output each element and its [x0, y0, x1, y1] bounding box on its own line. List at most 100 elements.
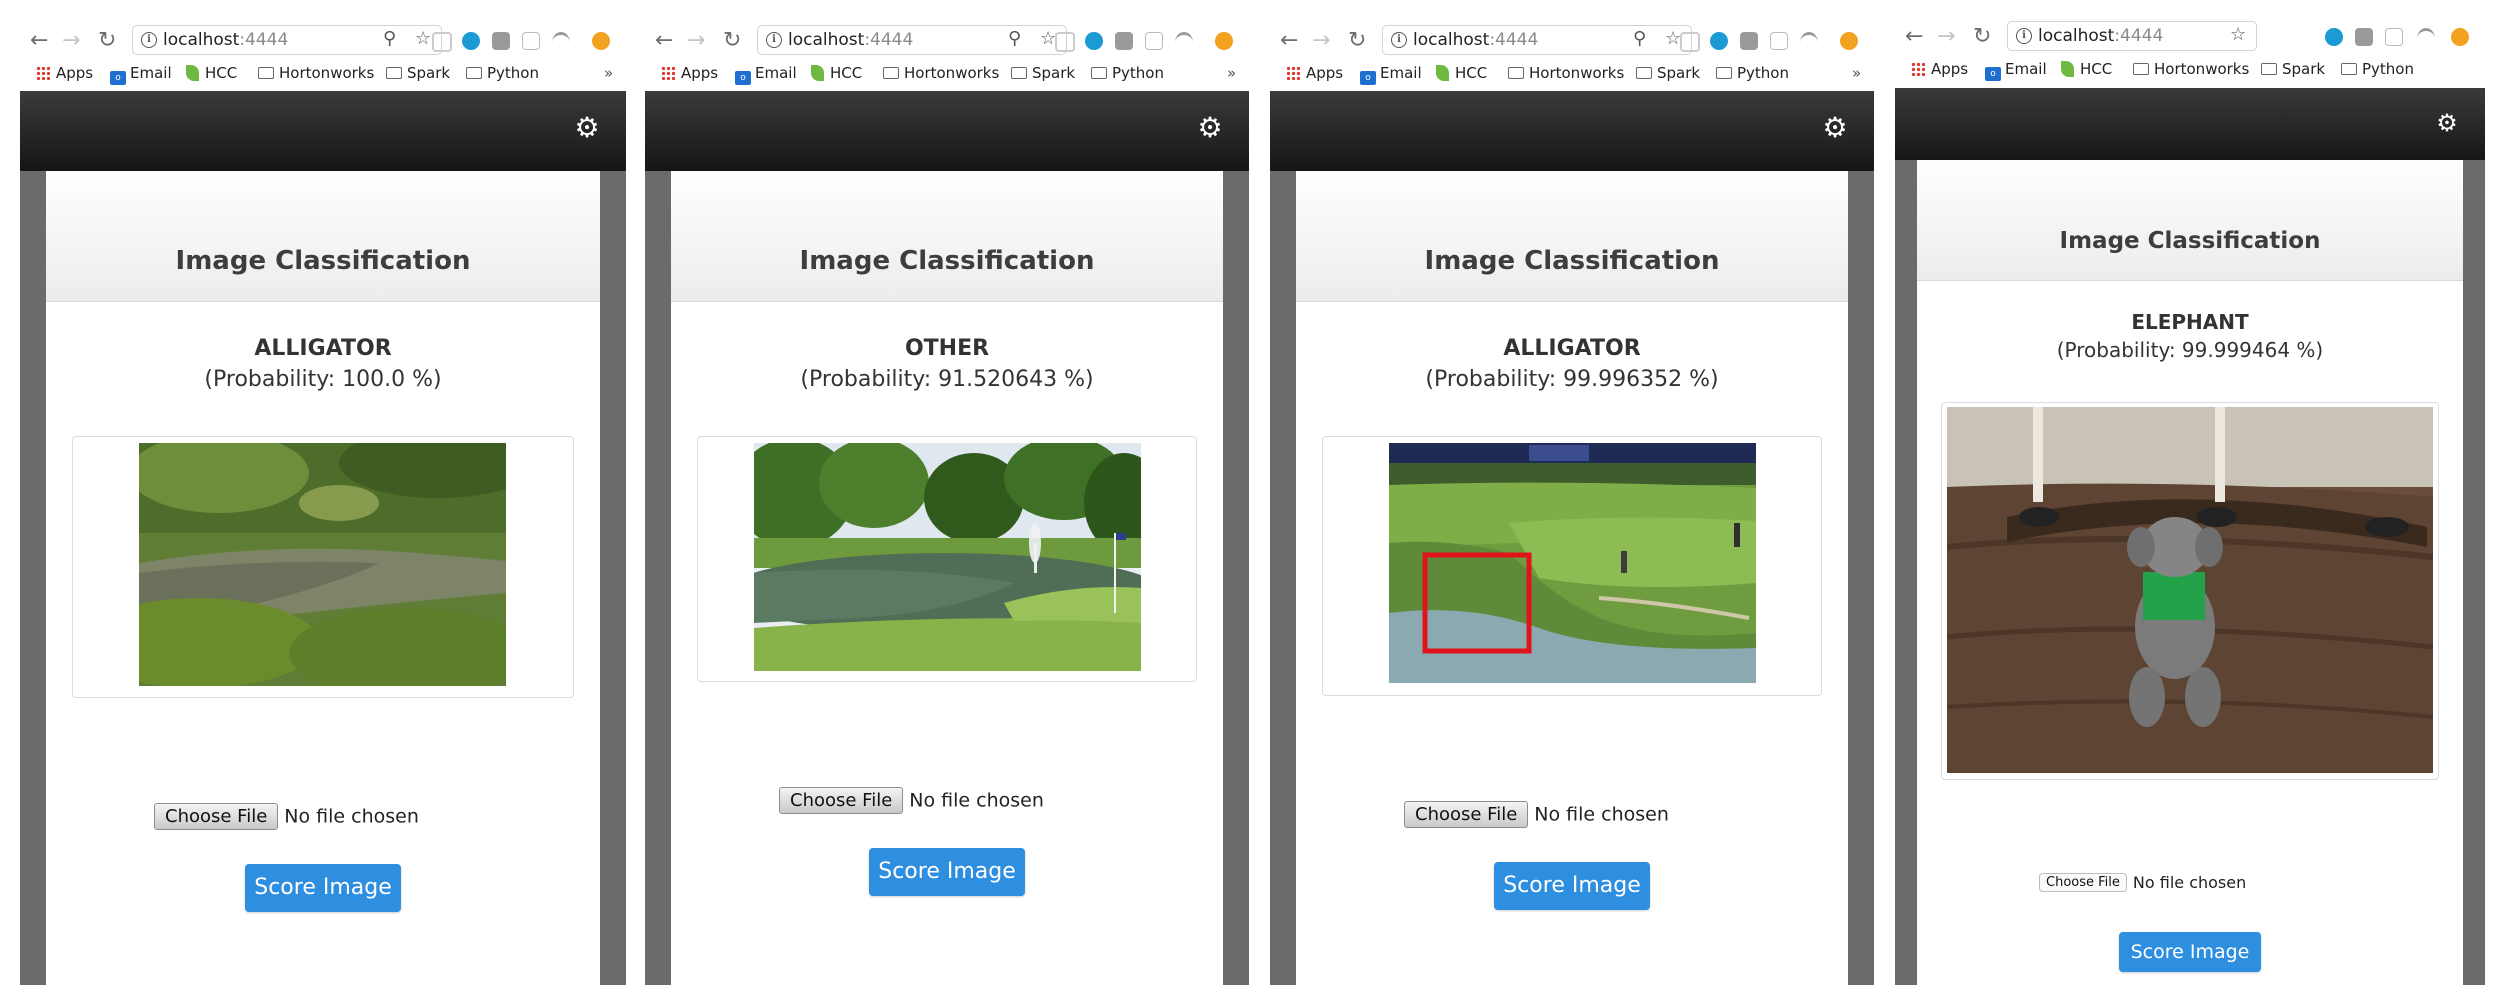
extension-icon[interactable]	[2451, 28, 2469, 46]
card-header: Image Classification	[1296, 171, 1848, 302]
star-icon[interactable]: ☆	[1040, 28, 1056, 49]
choose-file-button[interactable]: Choose File	[154, 803, 279, 830]
gear-icon[interactable]: ⚙	[2432, 108, 2462, 138]
bookmark-python[interactable]: Python	[466, 64, 539, 82]
bookmark-email[interactable]: o Email	[735, 64, 797, 85]
bookmark-spark[interactable]: Spark	[2261, 60, 2325, 78]
back-icon[interactable]: ←	[30, 28, 48, 54]
zoom-icon[interactable]: ⚲	[383, 28, 396, 49]
info-icon[interactable]: i	[1391, 32, 1407, 48]
bookmark-apps[interactable]: Apps	[1286, 64, 1343, 82]
reload-icon[interactable]: ↻	[723, 28, 741, 54]
extension-icon[interactable]	[1055, 32, 1075, 52]
extension-icon[interactable]	[462, 32, 480, 50]
score-image-button[interactable]: Score Image	[1494, 862, 1650, 910]
file-input[interactable]: Choose File No file chosen	[1404, 801, 1669, 828]
bookmark-email[interactable]: o Email	[1360, 64, 1422, 85]
folder-icon	[466, 67, 482, 79]
bookmark-hortonworks[interactable]: Hortonworks	[2133, 60, 2249, 78]
info-icon[interactable]: i	[141, 32, 157, 48]
url-text[interactable]: localhost:4444	[1413, 30, 1538, 50]
wifi-icon[interactable]	[1800, 32, 1818, 53]
gear-icon[interactable]: ⚙	[1820, 113, 1850, 143]
choose-file-button[interactable]: Choose File	[779, 787, 904, 814]
extension-icon[interactable]	[1145, 32, 1163, 50]
extension-icon[interactable]	[1680, 32, 1700, 52]
extension-icon[interactable]	[492, 32, 510, 50]
bookmark-apps[interactable]: Apps	[661, 64, 718, 82]
star-icon[interactable]: ☆	[1665, 28, 1681, 49]
forward-icon[interactable]: →	[1937, 24, 1955, 50]
back-icon[interactable]: ←	[1280, 28, 1298, 54]
extension-icon[interactable]	[1840, 32, 1858, 50]
prediction: ELEPHANT (Probability: 99.999464 %)	[1917, 310, 2463, 362]
omnibox[interactable]: i localhost:4444 ⚲ ☆	[757, 25, 1067, 55]
wifi-icon[interactable]	[2417, 28, 2435, 49]
forward-icon[interactable]: →	[687, 28, 705, 54]
bookmark-hortonworks[interactable]: Hortonworks	[1508, 64, 1624, 82]
choose-file-button[interactable]: Choose File	[2039, 873, 2127, 892]
extension-icon[interactable]	[1740, 32, 1758, 50]
bookmark-hcc[interactable]: HCC	[811, 64, 862, 82]
zoom-icon[interactable]: ⚲	[1008, 28, 1021, 49]
url-text[interactable]: localhost:4444	[163, 30, 288, 50]
star-icon[interactable]: ☆	[2230, 24, 2246, 45]
extension-icon[interactable]	[592, 32, 610, 50]
extension-icon[interactable]	[1085, 32, 1103, 50]
extension-icon[interactable]	[2355, 28, 2373, 46]
bookmark-spark[interactable]: Spark	[386, 64, 450, 82]
bookmarks-overflow-icon[interactable]: »	[604, 64, 613, 82]
info-icon[interactable]: i	[2016, 28, 2032, 44]
file-input[interactable]: Choose File No file chosen	[2039, 872, 2246, 892]
bookmark-python[interactable]: Python	[1091, 64, 1164, 82]
bookmark-python[interactable]: Python	[1716, 64, 1789, 82]
wifi-icon[interactable]	[552, 32, 570, 53]
bookmarks-overflow-icon[interactable]: »	[1227, 64, 1236, 82]
forward-icon[interactable]: →	[1312, 28, 1330, 54]
info-icon[interactable]: i	[766, 32, 782, 48]
zoom-icon[interactable]: ⚲	[1633, 28, 1646, 49]
extension-icon[interactable]	[1710, 32, 1728, 50]
extension-icon[interactable]	[1115, 32, 1133, 50]
bookmark-hcc[interactable]: HCC	[186, 64, 237, 82]
reload-icon[interactable]: ↻	[98, 28, 116, 54]
url-text[interactable]: localhost:4444	[788, 30, 913, 50]
bookmark-email[interactable]: o Email	[1985, 60, 2047, 81]
bookmark-hcc[interactable]: HCC	[1436, 64, 1487, 82]
forward-icon[interactable]: →	[62, 28, 80, 54]
wifi-icon[interactable]	[1175, 32, 1193, 53]
omnibox[interactable]: i localhost:4444 ⚲ ☆	[132, 25, 442, 55]
extension-icon[interactable]	[2385, 28, 2403, 46]
star-icon[interactable]: ☆	[415, 28, 431, 49]
omnibox[interactable]: i localhost:4444 ⚲ ☆	[1382, 25, 1692, 55]
back-icon[interactable]: ←	[655, 28, 673, 54]
bookmarks-overflow-icon[interactable]: »	[1852, 64, 1861, 82]
reload-icon[interactable]: ↻	[1973, 24, 1991, 50]
bookmark-spark[interactable]: Spark	[1636, 64, 1700, 82]
file-input[interactable]: Choose File No file chosen	[779, 787, 1044, 814]
extension-icon[interactable]	[1770, 32, 1788, 50]
bookmark-hcc[interactable]: HCC	[2061, 60, 2112, 78]
bookmark-apps[interactable]: Apps	[1911, 60, 1968, 78]
bookmark-apps[interactable]: Apps	[36, 64, 93, 82]
bookmark-hortonworks[interactable]: Hortonworks	[883, 64, 999, 82]
choose-file-button[interactable]: Choose File	[1404, 801, 1529, 828]
reload-icon[interactable]: ↻	[1348, 28, 1366, 54]
extension-icon[interactable]	[522, 32, 540, 50]
bookmark-python[interactable]: Python	[2341, 60, 2414, 78]
url-text[interactable]: localhost:4444	[2038, 26, 2163, 46]
bookmark-spark[interactable]: Spark	[1011, 64, 1075, 82]
gear-icon[interactable]: ⚙	[1195, 113, 1225, 143]
extension-icon[interactable]	[1215, 32, 1233, 50]
extension-icon[interactable]	[2325, 28, 2343, 46]
bookmark-hortonworks[interactable]: Hortonworks	[258, 64, 374, 82]
omnibox[interactable]: i localhost:4444 ☆	[2007, 21, 2257, 51]
score-image-button[interactable]: Score Image	[2119, 932, 2261, 972]
score-image-button[interactable]: Score Image	[245, 864, 401, 912]
extension-icon[interactable]	[432, 32, 452, 52]
score-image-button[interactable]: Score Image	[869, 848, 1025, 896]
file-input[interactable]: Choose File No file chosen	[154, 803, 419, 830]
gear-icon[interactable]: ⚙	[572, 113, 602, 143]
back-icon[interactable]: ←	[1905, 24, 1923, 50]
bookmark-email[interactable]: o Email	[110, 64, 172, 85]
